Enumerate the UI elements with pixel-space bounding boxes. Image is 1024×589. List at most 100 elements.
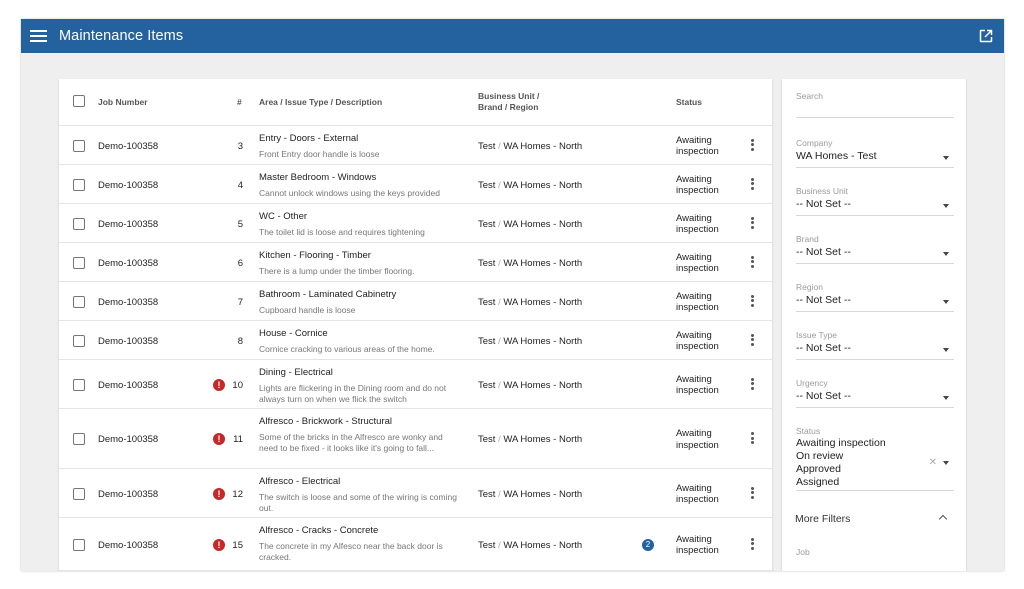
item-description: Alfresco - Electrical The switch is loose… [259, 476, 459, 514]
region: WA Homes - North [503, 539, 583, 551]
row-checkbox[interactable] [73, 295, 85, 308]
more-vert-icon[interactable] [749, 537, 755, 552]
row-checkbox[interactable] [73, 433, 85, 445]
table-row[interactable]: Demo-100358 3 Entry - Doors - External Fron… [59, 126, 772, 165]
description-text: Some of the bricks in the Alfresco are w… [259, 432, 443, 453]
row-checkbox[interactable] [73, 487, 85, 500]
company-value: WA Homes - Test [796, 150, 877, 162]
more-vert-icon[interactable] [749, 377, 755, 392]
job-number: Demo-100358 [98, 335, 159, 347]
row-checkbox[interactable] [73, 538, 85, 551]
status-line2: inspection [676, 224, 719, 235]
region-select[interactable]: -- Not Set -- [796, 294, 954, 312]
col-status[interactable]: Status [676, 97, 702, 107]
status-text: Awaiting inspection [676, 428, 719, 451]
urgency-select[interactable]: -- Not Set -- [796, 390, 954, 408]
separator: / [498, 179, 501, 191]
area-issue-type: Alfresco - Electrical [259, 476, 341, 487]
more-vert-icon[interactable] [749, 255, 755, 270]
area-issue-type: House - Cornice [259, 328, 328, 339]
status-select[interactable]: Awaiting inspection On review Approved A… [796, 437, 954, 491]
row-checkbox[interactable] [73, 178, 85, 191]
more-vert-icon[interactable] [749, 486, 755, 501]
business-unit: Test [478, 257, 496, 269]
col-business-unit-line2: Brand / Region [478, 101, 539, 112]
row-checkbox[interactable] [73, 256, 85, 269]
row-checkbox[interactable] [73, 334, 85, 347]
table-header: Job Number # Area / Issue Type / Descrip… [59, 79, 772, 126]
description-text: The switch is loose and some of the wiri… [259, 492, 457, 513]
status-line1: Awaiting [676, 212, 712, 224]
select-all-checkbox[interactable] [73, 95, 85, 107]
separator: / [498, 488, 501, 500]
open-in-new-icon[interactable] [979, 29, 993, 43]
area-issue-type: Master Bedroom - Windows [259, 172, 377, 183]
job-number: Demo-100358 [98, 218, 159, 230]
brand-label: Brand [796, 234, 819, 244]
row-checkbox[interactable] [73, 217, 85, 230]
more-filters-toggle[interactable]: More Filters [795, 513, 850, 525]
region: WA Homes - North [503, 434, 583, 445]
area-issue-type: Alfresco - Cracks - Concrete [259, 525, 379, 536]
more-vert-icon[interactable] [749, 216, 755, 231]
separator: / [498, 379, 501, 391]
status-line1: Awaiting [676, 482, 712, 494]
row-checkbox[interactable] [73, 378, 85, 391]
business-unit: Test [478, 379, 496, 391]
region-label: Region [796, 282, 823, 292]
table-row[interactable]: Demo-100358 4 Master Bedroom - Windows Cann… [59, 165, 772, 204]
item-description: Master Bedroom - Windows Cannot unlock wi… [259, 172, 459, 199]
page-title: Maintenance Items [59, 28, 184, 44]
col-description[interactable]: Area / Issue Type / Description [259, 97, 382, 107]
job-label: Job [796, 547, 810, 557]
area-issue-type: WC - Other [259, 211, 308, 222]
separator: / [498, 257, 501, 269]
region: WA Homes - North [503, 379, 583, 391]
table-row[interactable]: Demo-100358 5 WC - Other The toilet lid is … [59, 204, 772, 243]
table-row[interactable]: Demo-100358 8 House - Cornice Cornice crack… [59, 321, 772, 360]
status-option: Assigned [796, 476, 840, 488]
table-row[interactable]: Demo-100358! 12 Alfresco - Electrical The s… [59, 469, 772, 518]
more-vert-icon[interactable] [749, 333, 755, 348]
table-row[interactable]: Demo-100358 7 Bathroom - Laminated Cabinet… [59, 282, 772, 321]
dropdown-arrow-icon [943, 300, 949, 304]
search-input[interactable] [796, 117, 954, 118]
more-vert-icon[interactable] [749, 177, 755, 192]
more-vert-icon[interactable] [749, 432, 755, 446]
col-business-unit-line1: Business Unit / [478, 91, 540, 101]
col-business-unit[interactable]: Business Unit / Brand / Region [478, 91, 539, 112]
job-number: Demo-100358 [98, 257, 159, 269]
business-unit: Test [478, 434, 496, 445]
table-row[interactable]: Demo-100358! 10 Dining - Electrical Lights … [59, 360, 772, 409]
business-unit-region: Test / WA Homes - North [478, 141, 582, 152]
comment-count-badge[interactable]: 2 [642, 538, 654, 551]
chevron-up-icon[interactable] [938, 514, 948, 524]
more-vert-icon[interactable] [749, 294, 755, 309]
dropdown-arrow-icon[interactable] [943, 461, 949, 465]
col-number[interactable]: # [237, 97, 242, 107]
status-line1: Awaiting [676, 428, 712, 439]
region: WA Homes - North [503, 335, 583, 347]
table-row[interactable]: Demo-100358 6 Kitchen - Flooring - Timber T… [59, 243, 772, 282]
more-vert-icon[interactable] [749, 138, 755, 153]
menu-icon[interactable] [30, 28, 47, 44]
status-line2: inspection [676, 545, 719, 556]
business-unit-select[interactable]: -- Not Set -- [796, 198, 954, 216]
region: WA Homes - North [503, 140, 583, 152]
issue-type-select[interactable]: -- Not Set -- [796, 342, 954, 360]
area-issue-type: Bathroom - Laminated Cabinetry [259, 289, 397, 300]
clear-icon[interactable]: ✕ [929, 457, 937, 468]
item-number: 7 [237, 296, 243, 308]
job-number: Demo-100358 [98, 488, 159, 500]
status-line2: inspection [676, 385, 719, 396]
table-row[interactable]: Demo-100358! 15 Alfresco - Cracks - Concre… [59, 518, 772, 571]
row-checkbox[interactable] [73, 139, 85, 152]
col-job-number[interactable]: Job Number [98, 97, 148, 107]
table-row[interactable]: Demo-100358! 11 Alfresco - Brickwork - Str… [59, 409, 772, 469]
search-label: Search [796, 91, 823, 101]
status-text: Awaiting inspection [676, 330, 719, 353]
company-select[interactable]: WA Homes - Test [796, 150, 954, 168]
item-number: 11 [233, 434, 243, 445]
urgency-value: -- Not Set -- [796, 390, 851, 402]
brand-select[interactable]: -- Not Set -- [796, 246, 954, 264]
